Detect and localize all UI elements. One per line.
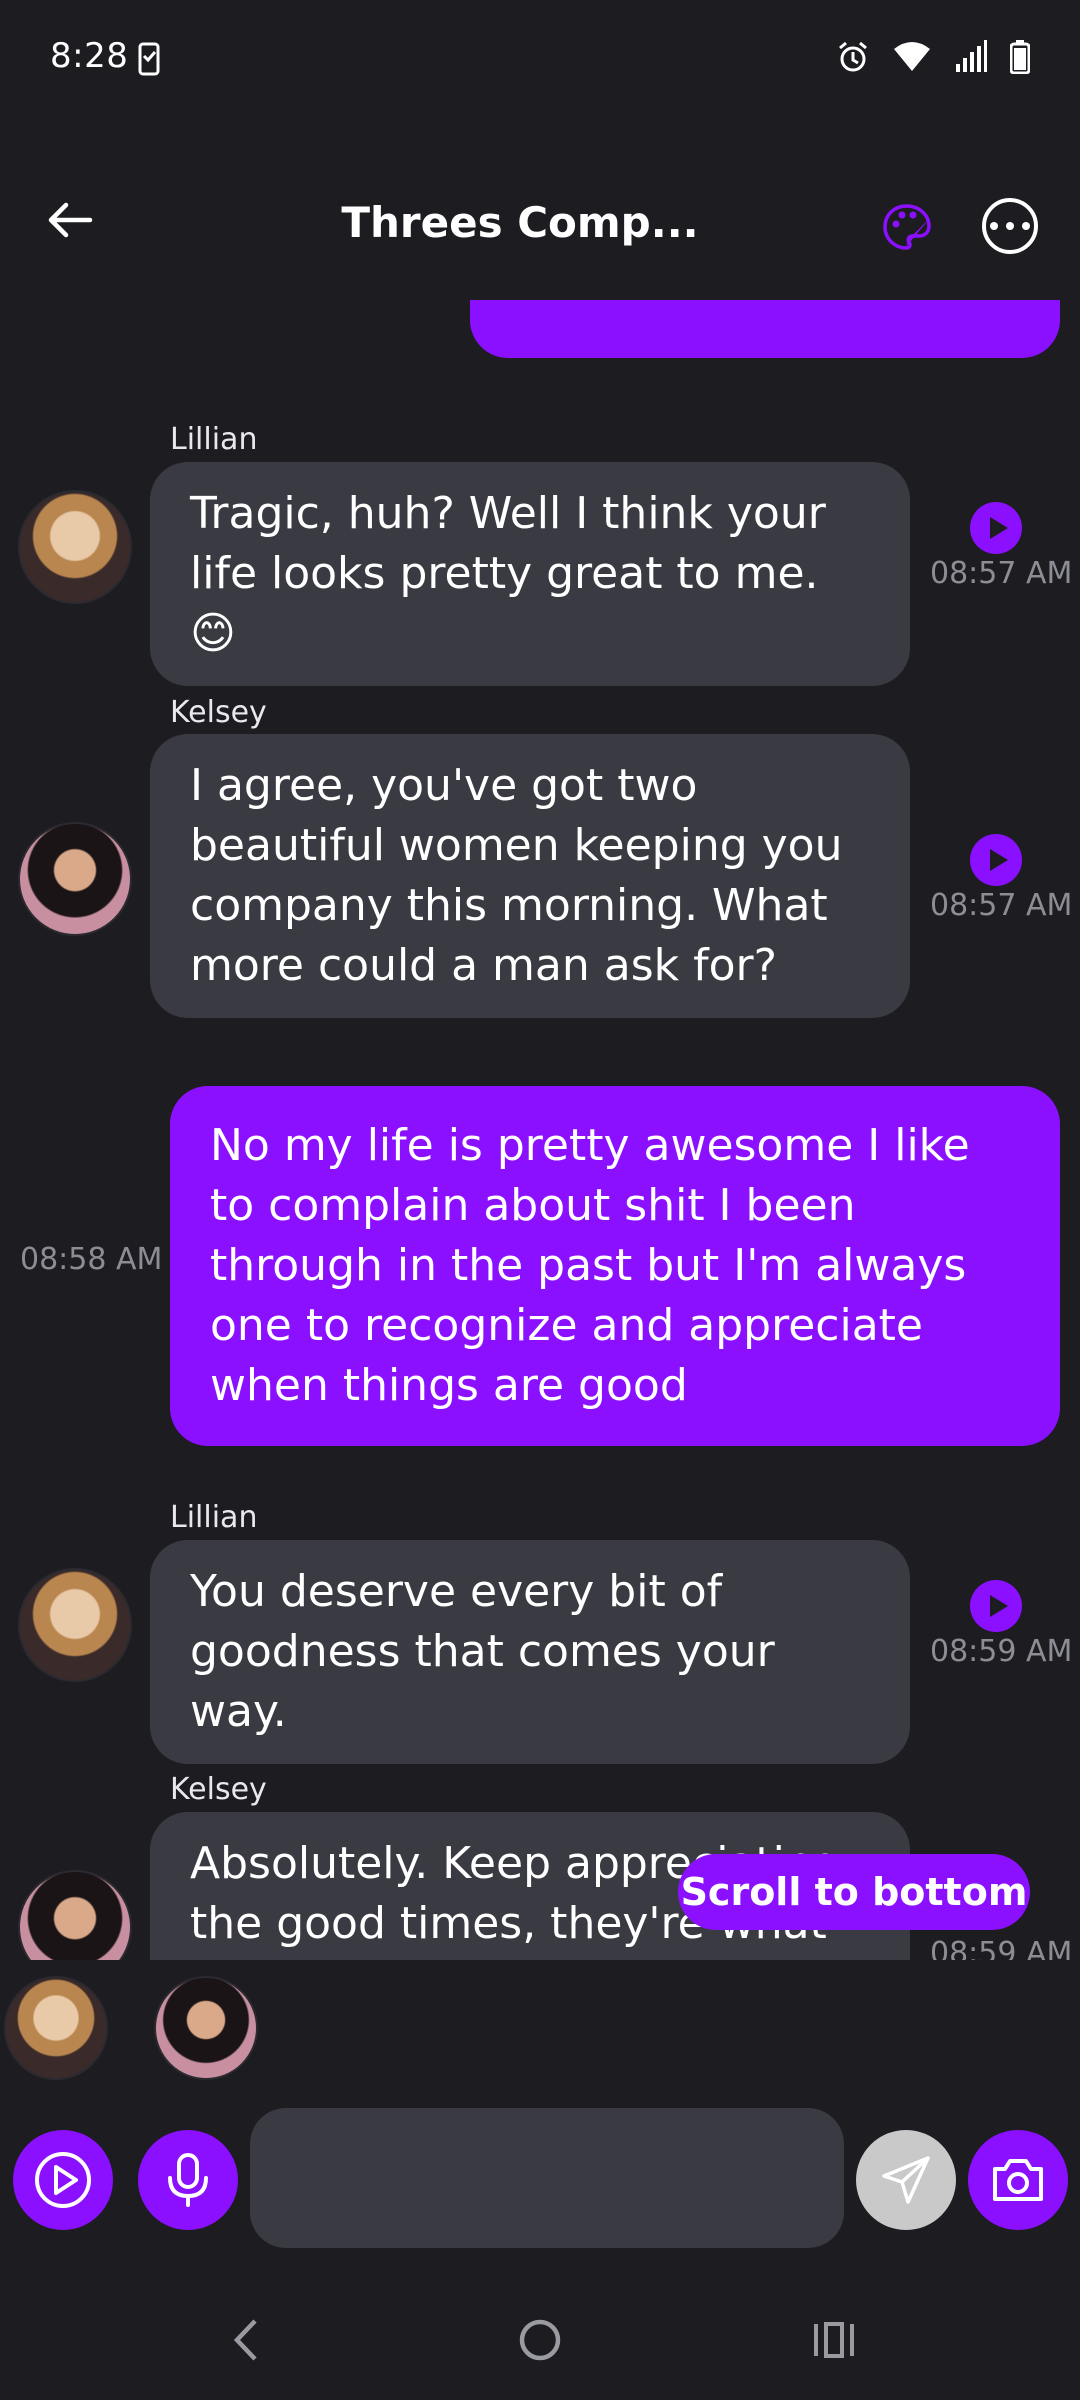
palette-icon: [883, 204, 931, 250]
play-audio-button[interactable]: [970, 834, 1022, 886]
home-circle-icon: [519, 2319, 561, 2361]
message-bubble-outgoing-partial: [470, 300, 1060, 358]
play-audio-button[interactable]: [970, 1580, 1022, 1632]
avatar-lillian[interactable]: [18, 1568, 132, 1682]
send-icon: [882, 2156, 930, 2204]
message-bubble: You deserve every bit of goodness that c…: [150, 1540, 910, 1764]
avatar-kelsey[interactable]: [18, 1870, 132, 1960]
nav-back-button[interactable]: [196, 2300, 296, 2380]
message-time: 08:59 AM: [930, 1634, 1073, 1669]
message-bubble: Tragic, huh? Well I think your life look…: [150, 462, 910, 686]
message-bubble: I agree, you've got two beautiful women …: [150, 734, 910, 1018]
sender-name: Kelsey: [170, 695, 267, 730]
message-list[interactable]: Lillian Tragic, huh? Well I think your l…: [0, 300, 1080, 1960]
recents-icon: [814, 2322, 854, 2358]
nav-recents-button[interactable]: [784, 2300, 884, 2380]
avatar-lillian[interactable]: [18, 490, 132, 604]
message-time: 08:57 AM: [930, 888, 1073, 923]
message-input[interactable]: [250, 2108, 844, 2248]
wifi-icon: [892, 41, 932, 77]
play-circle-icon: [35, 2152, 91, 2208]
message-time: 08:57 AM: [930, 556, 1073, 591]
back-button[interactable]: [38, 188, 102, 252]
play-audio-button[interactable]: [970, 502, 1022, 554]
camera-button[interactable]: [968, 2130, 1068, 2230]
send-button[interactable]: [856, 2130, 956, 2230]
theme-button[interactable]: [876, 196, 938, 258]
participant-avatar-kelsey[interactable]: [154, 1976, 258, 2080]
scroll-to-bottom-button[interactable]: Scroll to bottom: [678, 1854, 1030, 1930]
status-icons: [836, 40, 1031, 78]
message-time: 08:58 AM: [20, 1242, 163, 1277]
microphone-button[interactable]: [138, 2130, 238, 2230]
microphone-icon: [168, 2153, 208, 2207]
message-time: 08:59 AM: [930, 1936, 1073, 1960]
sender-name: Kelsey: [170, 1772, 267, 1807]
chat-title: Threes Comp...: [341, 198, 699, 247]
video-play-button[interactable]: [13, 2130, 113, 2230]
sender-name: Lillian: [170, 422, 258, 457]
checklist-notification-icon: [138, 42, 160, 80]
nav-home-button[interactable]: [490, 2300, 590, 2380]
more-options-button[interactable]: [982, 198, 1038, 254]
message-bubble-outgoing: No my life is pretty awesome I like to c…: [170, 1086, 1060, 1446]
status-time: 8:28: [50, 36, 129, 76]
battery-icon: [1009, 40, 1031, 78]
participant-avatar-lillian[interactable]: [4, 1976, 108, 2080]
chevron-left-icon: [233, 2319, 257, 2361]
arrow-left-icon: [48, 202, 93, 238]
avatar-kelsey[interactable]: [18, 822, 132, 936]
camera-icon: [993, 2159, 1043, 2201]
alarm-icon: [836, 40, 870, 78]
sender-name: Lillian: [170, 1500, 258, 1535]
signal-icon: [954, 40, 988, 78]
